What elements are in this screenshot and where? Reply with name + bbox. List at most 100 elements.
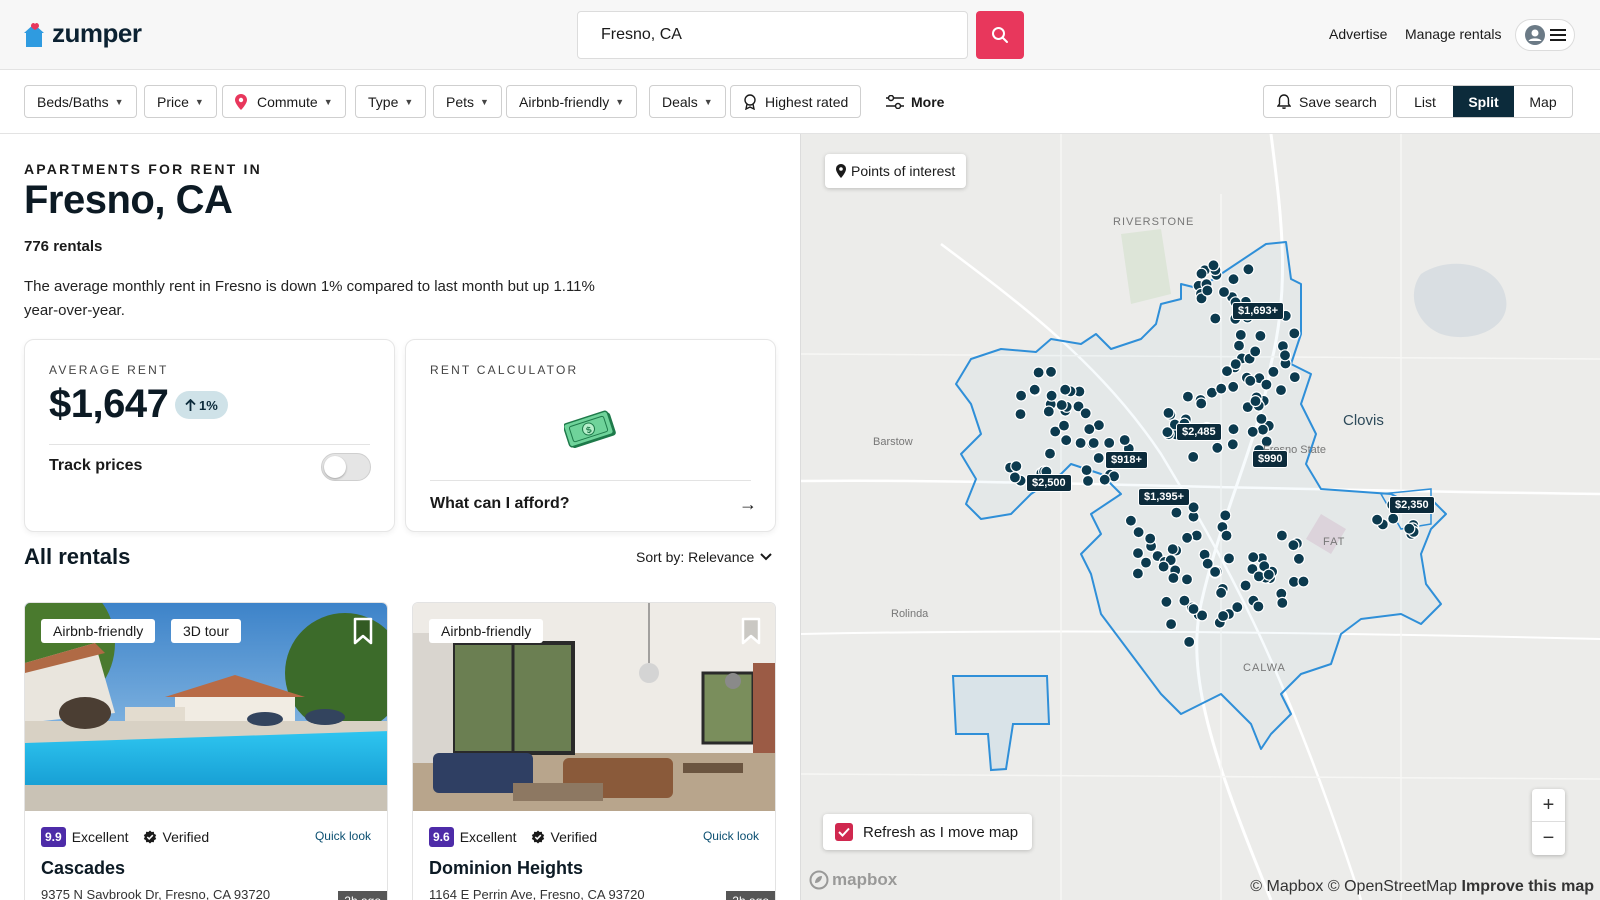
map-listing-marker[interactable] xyxy=(1229,358,1242,371)
map-listing-marker[interactable] xyxy=(1209,312,1222,325)
map-listing-marker[interactable] xyxy=(1131,547,1145,560)
map-listing-marker[interactable] xyxy=(1132,526,1145,539)
view-split-button[interactable]: Split xyxy=(1453,86,1514,117)
map-listing-marker[interactable] xyxy=(1227,273,1240,286)
map-listing-marker[interactable] xyxy=(1079,407,1092,420)
search-input[interactable] xyxy=(601,26,967,44)
map-listing-marker[interactable] xyxy=(1055,398,1068,412)
map-listing-marker[interactable] xyxy=(1059,383,1072,396)
map-listing-marker[interactable] xyxy=(1042,405,1055,418)
map-listing-marker[interactable] xyxy=(1178,594,1191,607)
mapbox-logo[interactable]: mapbox xyxy=(809,870,897,890)
zoom-out-button[interactable]: − xyxy=(1532,822,1565,855)
map-listing-marker[interactable] xyxy=(1227,423,1240,436)
map-listing-marker[interactable] xyxy=(1074,436,1087,450)
map-listing-marker[interactable] xyxy=(1292,552,1305,565)
map-listing-marker[interactable] xyxy=(1060,434,1073,447)
points-of-interest-button[interactable]: Points of interest xyxy=(825,154,967,188)
filter-pets[interactable]: Pets ▼ xyxy=(433,85,502,118)
map-listing-marker[interactable] xyxy=(1255,412,1268,425)
map-listing-marker[interactable] xyxy=(1014,408,1027,421)
results-map[interactable]: RIVERSTONE Clovis Barstow Rolinda FAT CA… xyxy=(800,134,1600,900)
listing-card[interactable]: Airbnb-friendly 3D tour 2h ago 9.9 Excel… xyxy=(24,602,388,900)
map-listing-marker[interactable] xyxy=(1227,380,1240,393)
rent-calculator-card[interactable]: RENT CALCULATOR $ What can I afford? → xyxy=(405,339,776,532)
view-list-button[interactable]: List xyxy=(1397,86,1453,117)
attribution-mapbox[interactable]: © Mapbox xyxy=(1250,878,1323,895)
map-listing-marker[interactable] xyxy=(1217,285,1231,299)
map-listing-marker[interactable] xyxy=(1165,618,1178,631)
refresh-on-move-toggle[interactable]: Refresh as I move map xyxy=(823,814,1033,850)
sort-dropdown[interactable]: Sort by: Relevance xyxy=(636,549,773,565)
map-listing-marker[interactable] xyxy=(1239,579,1252,592)
filter-type[interactable]: Type ▼ xyxy=(355,85,427,118)
map-listing-marker[interactable] xyxy=(1288,327,1301,340)
map-listing-marker[interactable] xyxy=(1249,345,1262,358)
map-listing-marker[interactable] xyxy=(1242,263,1255,276)
map-listing-marker[interactable] xyxy=(1045,389,1058,402)
listing-card[interactable]: Airbnb-friendly 2h ago 9.6 Excellent Ver… xyxy=(412,602,776,900)
bookmark-icon[interactable] xyxy=(741,617,761,645)
map-listing-marker[interactable] xyxy=(1092,451,1105,465)
user-menu-button[interactable] xyxy=(1515,19,1575,51)
search-button[interactable] xyxy=(976,11,1024,59)
map-listing-marker[interactable] xyxy=(1098,473,1111,486)
map-listing-marker[interactable] xyxy=(1387,512,1400,525)
map-listing-marker[interactable] xyxy=(1201,557,1214,570)
quick-look-link[interactable]: Quick look xyxy=(703,829,759,843)
map-listing-marker[interactable] xyxy=(1249,395,1262,408)
checkbox-checked-icon[interactable] xyxy=(835,823,853,841)
search-field[interactable] xyxy=(577,11,968,59)
improve-map-link[interactable]: Improve this map xyxy=(1462,878,1594,895)
save-search-button[interactable]: Save search xyxy=(1263,85,1391,118)
map-listing-marker[interactable] xyxy=(1275,529,1288,542)
map-listing-marker[interactable] xyxy=(1217,609,1230,623)
zoom-in-button[interactable]: + xyxy=(1532,789,1565,822)
filter-highest-rated[interactable]: Highest rated xyxy=(730,85,862,118)
listing-name[interactable]: Dominion Heights xyxy=(429,858,583,879)
advertise-link[interactable]: Advertise xyxy=(1329,26,1387,42)
map-listing-marker[interactable] xyxy=(1057,419,1071,432)
map-listing-marker[interactable] xyxy=(1260,378,1273,391)
map-listing-marker[interactable] xyxy=(1219,509,1232,522)
filter-deals[interactable]: Deals ▼ xyxy=(649,85,726,118)
map-listing-marker[interactable] xyxy=(1211,441,1224,454)
map-listing-marker[interactable] xyxy=(1118,433,1131,447)
map-listing-marker[interactable] xyxy=(1215,586,1228,599)
afford-link[interactable]: What can I afford? xyxy=(430,495,570,513)
track-prices-toggle[interactable] xyxy=(321,453,371,481)
filter-beds-baths[interactable]: Beds/Baths ▼ xyxy=(24,85,137,118)
map-listing-marker[interactable] xyxy=(1180,573,1194,586)
map-listing-marker[interactable] xyxy=(1252,570,1265,583)
filter-price[interactable]: Price ▼ xyxy=(144,85,217,118)
map-listing-marker[interactable] xyxy=(1226,438,1239,451)
map-listing-marker[interactable] xyxy=(1215,382,1228,395)
map-listing-marker[interactable] xyxy=(1087,436,1100,450)
map-listing-marker[interactable] xyxy=(1267,365,1280,378)
map-listing-marker[interactable] xyxy=(1274,384,1288,397)
map-listing-marker[interactable] xyxy=(1195,397,1208,410)
map-listing-marker[interactable] xyxy=(1167,571,1180,585)
map-price-pin[interactable]: $918+ xyxy=(1105,451,1148,469)
map-listing-marker[interactable] xyxy=(1183,635,1196,648)
map-listing-marker[interactable] xyxy=(1262,568,1275,581)
map-price-pin[interactable]: $990 xyxy=(1252,450,1289,468)
map-listing-marker[interactable] xyxy=(1247,551,1260,564)
map-listing-marker[interactable] xyxy=(1403,522,1416,535)
map-listing-marker[interactable] xyxy=(1207,259,1220,272)
map-listing-marker[interactable] xyxy=(1010,460,1023,473)
quick-look-link[interactable]: Quick look xyxy=(315,829,371,843)
map-listing-marker[interactable] xyxy=(1278,349,1292,362)
map-listing-marker[interactable] xyxy=(1043,447,1057,460)
map-listing-marker[interactable] xyxy=(1244,374,1257,387)
zumper-logo[interactable]: zumper xyxy=(22,18,142,49)
map-price-pin[interactable]: $2,350 xyxy=(1389,496,1435,514)
map-listing-marker[interactable] xyxy=(1032,366,1045,379)
map-listing-marker[interactable] xyxy=(1234,328,1247,341)
map-listing-marker[interactable] xyxy=(1162,406,1175,419)
map-listing-marker[interactable] xyxy=(1166,543,1179,556)
map-listing-marker[interactable] xyxy=(1187,602,1200,616)
map-listing-marker[interactable] xyxy=(1220,529,1233,542)
map-price-pin[interactable]: $1,693+ xyxy=(1232,302,1285,320)
map-listing-marker[interactable] xyxy=(1181,531,1194,544)
